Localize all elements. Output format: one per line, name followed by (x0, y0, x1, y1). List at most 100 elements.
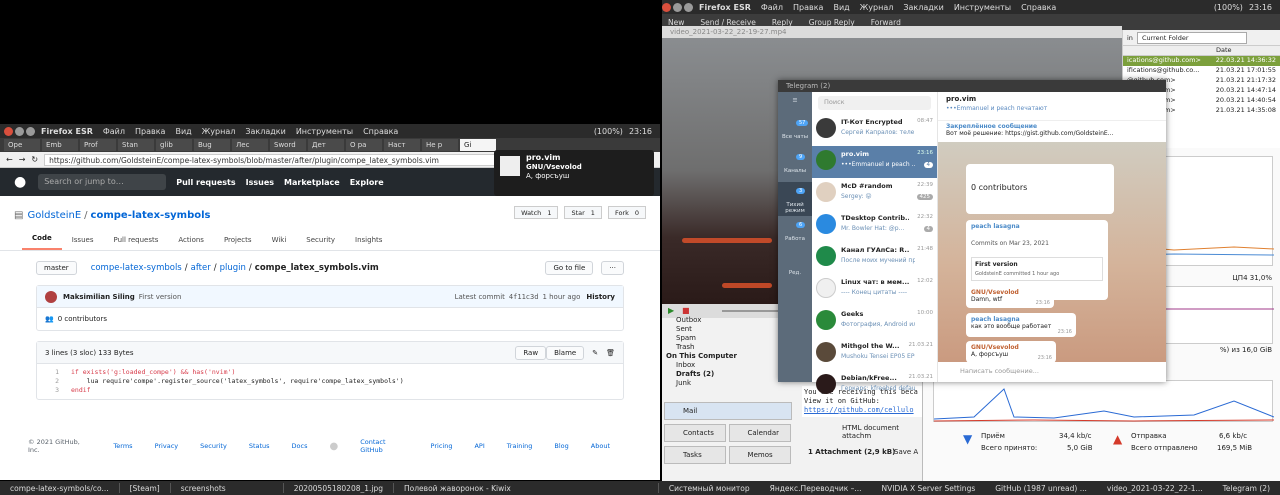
folder-inbox[interactable]: Inbox (676, 361, 737, 370)
taskbar-item[interactable]: compe-latex-symbols/co... (0, 484, 119, 493)
menu-history[interactable]: Журнал (860, 3, 894, 12)
search-input[interactable]: Поиск (818, 96, 931, 110)
taskbar-item[interactable]: Telegram (2) (1213, 484, 1280, 493)
browser-tab[interactable]: glib (156, 139, 192, 151)
contributors-count[interactable]: 0 contributors (58, 315, 107, 323)
browser-tab[interactable]: He p (422, 139, 458, 151)
chat-item[interactable]: Mithgol the W...Mushoku Tensei EP05 EP06… (812, 338, 937, 370)
footer-link[interactable]: About (591, 442, 610, 450)
chat-item[interactable]: McD #random Sergey: 😝 22:39 425 (812, 178, 937, 210)
message[interactable]: peach lasagna как это вообще работает 23… (966, 313, 1076, 337)
menu-history[interactable]: Журнал (202, 127, 236, 136)
nav-issues[interactable]: Issues (246, 178, 274, 187)
message-input[interactable]: Написать сообщение... (938, 362, 1166, 382)
folder-edit[interactable]: Ред. (778, 250, 812, 284)
taskbar-item[interactable]: [Steam] (120, 484, 170, 493)
branch-select[interactable]: master (36, 261, 77, 275)
image-message[interactable]: 0 contributors (966, 164, 1114, 214)
notification-popup[interactable]: pro.vim GNU/Vsevolod А, форсъуш (494, 150, 654, 196)
crumb-after[interactable]: after (191, 263, 211, 273)
menu-file[interactable]: Файл (761, 3, 783, 12)
menu-tools[interactable]: Инструменты (954, 3, 1011, 12)
menu-tools[interactable]: Инструменты (296, 127, 353, 136)
menu-bookmarks[interactable]: Закладки (245, 127, 285, 136)
taskbar-item[interactable]: video_2021-03-22_22-1... (1097, 484, 1213, 493)
browser-tab[interactable]: Bug (194, 139, 230, 151)
menu-bookmarks[interactable]: Закладки (903, 3, 943, 12)
browser-tab[interactable]: Ope (4, 139, 40, 151)
commit-message[interactable]: First version (139, 293, 182, 301)
github-logo-icon[interactable]: ● (14, 174, 26, 190)
browser-tab[interactable]: Stan (118, 139, 154, 151)
github-mark-icon[interactable]: ● (330, 441, 339, 452)
message[interactable]: GNU/Vsevolod А, форсъуш 23:16 (966, 341, 1056, 363)
browser-tab[interactable]: O pa (346, 139, 382, 151)
nav-calendar[interactable]: Calendar (728, 424, 791, 442)
footer-link[interactable]: Blog (554, 442, 568, 450)
folder-sent[interactable]: Sent (676, 325, 737, 334)
footer-link[interactable]: Pricing (431, 442, 453, 450)
search-input[interactable]: Search or jump to… (38, 174, 167, 190)
conversation-title[interactable]: pro.vim (946, 95, 1158, 103)
nav-mail[interactable]: Mail (664, 402, 792, 420)
taskbar-item[interactable]: GitHub (1987 unread) ... (985, 484, 1097, 493)
footer-link[interactable]: Contact GitHub (360, 438, 408, 454)
more-button[interactable]: ··· (601, 261, 624, 275)
footer-link[interactable]: Terms (113, 442, 132, 450)
avatar[interactable] (45, 290, 57, 303)
browser-tab[interactable]: Лес (232, 139, 268, 151)
delete-icon[interactable]: 🗑 (606, 349, 615, 357)
maximize-icon[interactable] (26, 126, 35, 136)
menu-help[interactable]: Справка (1021, 3, 1056, 12)
tab-pull-requests[interactable]: Pull requests (103, 236, 168, 250)
tab-code[interactable]: Code (22, 234, 62, 250)
tab-issues[interactable]: Issues (62, 236, 104, 250)
nav-tasks[interactable]: Tasks (664, 446, 726, 464)
taskbar-item[interactable]: Яндекс.Переводчик –... (760, 484, 872, 493)
footer-link[interactable]: Training (507, 442, 533, 450)
star-button[interactable]: Star 1 (564, 206, 602, 219)
go-to-file-button[interactable]: Go to file (545, 261, 594, 275)
nav-pull-requests[interactable]: Pull requests (176, 178, 235, 187)
chat-item[interactable]: IT-Кот Encrypted Сергей Капралов: теле...… (812, 114, 937, 146)
repo-name[interactable]: compe-latex-symbols (91, 210, 211, 221)
folder-channels[interactable]: 9 Каналы (778, 148, 812, 182)
footer-link[interactable]: Docs (292, 442, 308, 450)
taskbar-item[interactable]: Полевой жаворонок - Kiwix (394, 484, 521, 493)
folder-outbox[interactable]: Outbox (676, 316, 737, 325)
crumb-plugin[interactable]: plugin (220, 263, 246, 273)
nav-memos[interactable]: Memos (728, 446, 791, 464)
raw-button[interactable]: Raw (515, 345, 547, 360)
chat-item[interactable]: TDesktop Contrib... Mr. Bowler Hat: @p...… (812, 210, 937, 242)
nav-marketplace[interactable]: Marketplace (284, 178, 340, 187)
footer-link[interactable]: Security (200, 442, 227, 450)
browser-tab[interactable]: Prof (80, 139, 116, 151)
menu-help[interactable]: Справка (363, 127, 398, 136)
footer-link[interactable]: Privacy (155, 442, 179, 450)
tab-actions[interactable]: Actions (168, 236, 214, 250)
folder-muted[interactable]: 3 Тихий режим (778, 182, 812, 216)
close-icon[interactable] (662, 2, 671, 12)
browser-tab[interactable]: Дет (308, 139, 344, 151)
mail-row[interactable]: ications@github.com> 22.03.21 14:36:32 (1123, 56, 1280, 66)
commit-author[interactable]: Maksimilian Siling (63, 293, 135, 301)
stop-icon[interactable]: ■ (682, 306, 690, 315)
nav-explore[interactable]: Explore (350, 178, 384, 187)
menu-file[interactable]: Файл (103, 127, 125, 136)
attachment-count[interactable]: 1 Attachment (2,9 kB) (808, 448, 895, 456)
footer-link[interactable]: API (474, 442, 484, 450)
save-all-button[interactable]: Save A (894, 448, 918, 456)
mail-row[interactable]: ifications@github.co... 21.03.21 17:01:55 (1123, 66, 1280, 76)
menu-view[interactable]: Вид (175, 127, 191, 136)
play-icon[interactable]: ▶ (668, 306, 674, 315)
message[interactable]: GNU/Vsevolod Damn, wtf 23:16 (966, 286, 1054, 308)
folder-trash[interactable]: Trash (676, 343, 737, 352)
taskbar-item[interactable]: screenshots (171, 484, 283, 493)
browser-tab-active[interactable]: Gi (460, 139, 496, 151)
taskbar-item[interactable]: NVIDIA X Server Settings (872, 484, 986, 493)
maximize-icon[interactable] (684, 2, 693, 12)
menu-edit[interactable]: Правка (793, 3, 823, 12)
folder-spam[interactable]: Spam (676, 334, 737, 343)
nav-contacts[interactable]: Contacts (664, 424, 726, 442)
tab-projects[interactable]: Projects (214, 236, 262, 250)
